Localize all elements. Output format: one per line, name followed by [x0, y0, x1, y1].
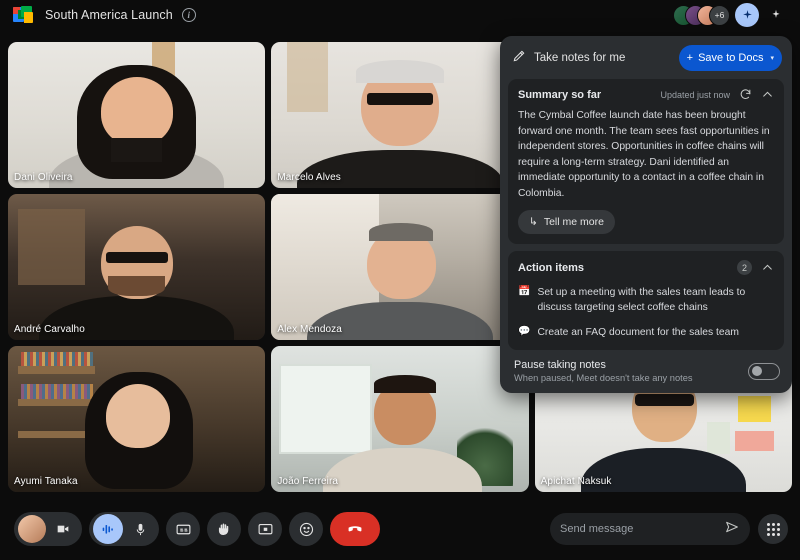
video-tile[interactable]: Alex Mendoza: [271, 194, 529, 340]
participant-name: Dani Oliveira: [14, 172, 73, 183]
gemini-sparkle-icon[interactable]: [735, 3, 759, 27]
chat-bubble-icon: 💬: [518, 326, 531, 337]
refresh-icon[interactable]: [739, 88, 752, 101]
microphone-icon[interactable]: [125, 514, 155, 544]
apps-grid-icon[interactable]: [758, 514, 788, 544]
self-avatar: [18, 515, 46, 543]
pause-title: Pause taking notes: [514, 359, 606, 371]
present-screen-icon[interactable]: [248, 512, 282, 546]
plus-icon: +: [686, 52, 694, 64]
action-item-text: Set up a meeting with the sales team lea…: [537, 287, 746, 313]
participant-name: João Ferreira: [277, 476, 339, 487]
summary-card: Summary so far Updated just now The Cymb…: [508, 79, 784, 244]
avatar-overflow-count[interactable]: +6: [709, 4, 730, 26]
chevron-up-icon[interactable]: [761, 261, 774, 274]
summary-body-text: The Cymbal Coffee launch date has been b…: [518, 110, 770, 199]
end-call-button[interactable]: [330, 512, 380, 546]
camera-icon[interactable]: [48, 514, 78, 544]
participant-name: Marcelo Alves: [277, 172, 341, 183]
info-icon[interactable]: i: [181, 8, 196, 22]
top-bar-right: +6: [673, 3, 792, 27]
notes-panel-header: Take notes for me + Save to Docs ▾: [508, 44, 784, 72]
action-items-title: Action items: [518, 261, 585, 274]
summary-updated-label: Updated just now: [660, 89, 730, 100]
notes-panel-title: Take notes for me: [534, 52, 626, 64]
participant-name: Apichat Naksuk: [540, 476, 612, 487]
send-message-placeholder: Send message: [560, 523, 634, 535]
bottom-control-bar: Send message: [0, 498, 800, 560]
pause-subtitle: When paused, Meet doesn't take any notes: [514, 373, 693, 383]
participant-name: Alex Mendoza: [277, 324, 342, 335]
summary-card-header: Summary so far Updated just now: [518, 88, 774, 101]
google-meet-logo-icon: [12, 6, 34, 24]
save-to-docs-button[interactable]: + Save to Docs ▾: [678, 45, 782, 71]
chevron-up-icon[interactable]: [761, 88, 774, 101]
tell-me-more-label: Tell me more: [543, 216, 604, 228]
microphone-control-pill: [89, 512, 159, 546]
google-meet-window: South America Launch i +6 Dani Oliveira …: [0, 0, 800, 560]
message-controls: Send message: [550, 513, 788, 545]
action-item[interactable]: 📅 Set up a meeting with the sales team l…: [518, 285, 774, 315]
meeting-title: South America Launch: [45, 8, 173, 22]
video-tile[interactable]: João Ferreira: [271, 346, 529, 492]
summary-title: Summary so far: [518, 88, 602, 101]
sparkle-icon[interactable]: [764, 3, 788, 27]
video-tile[interactable]: Dani Oliveira: [8, 42, 266, 188]
top-bar: South America Launch i +6: [0, 0, 800, 30]
action-items-card: Action items 2 📅 Set up a meeting with t…: [508, 251, 784, 350]
video-tile[interactable]: André Carvalho: [8, 194, 266, 340]
raise-hand-icon[interactable]: [207, 512, 241, 546]
emoji-reaction-icon[interactable]: [289, 512, 323, 546]
participant-avatar-stack[interactable]: +6: [673, 4, 730, 26]
video-tile[interactable]: Marcelo Alves: [271, 42, 529, 188]
take-notes-panel: Take notes for me + Save to Docs ▾ Summa…: [500, 36, 792, 393]
send-icon[interactable]: [724, 519, 740, 540]
video-tile[interactable]: Ayumi Tanaka: [8, 346, 266, 492]
call-controls: [14, 512, 380, 546]
return-arrow-icon: ↳: [529, 216, 538, 228]
save-to-docs-label: Save to Docs: [698, 52, 764, 64]
send-message-input[interactable]: Send message: [550, 513, 750, 545]
pause-notes-toggle[interactable]: [748, 362, 780, 380]
closed-captions-icon[interactable]: [166, 512, 200, 546]
camera-control-pill: [14, 512, 82, 546]
tell-me-more-button[interactable]: ↳ Tell me more: [518, 210, 615, 234]
participant-name: André Carvalho: [14, 324, 85, 335]
participant-name: Ayumi Tanaka: [14, 476, 78, 487]
action-item-text: Create an FAQ document for the sales tea…: [537, 327, 739, 338]
action-items-count-badge: 2: [737, 260, 752, 275]
audio-waveform-icon[interactable]: [93, 514, 123, 544]
action-items-header: Action items 2: [518, 260, 774, 275]
take-notes-icon: [512, 49, 526, 68]
calendar-icon: 📅: [518, 286, 531, 297]
pause-taking-notes-row[interactable]: Pause taking notes When paused, Meet doe…: [508, 357, 784, 385]
action-item[interactable]: 💬 Create an FAQ document for the sales t…: [518, 325, 774, 340]
chevron-down-icon[interactable]: ▾: [770, 54, 774, 62]
